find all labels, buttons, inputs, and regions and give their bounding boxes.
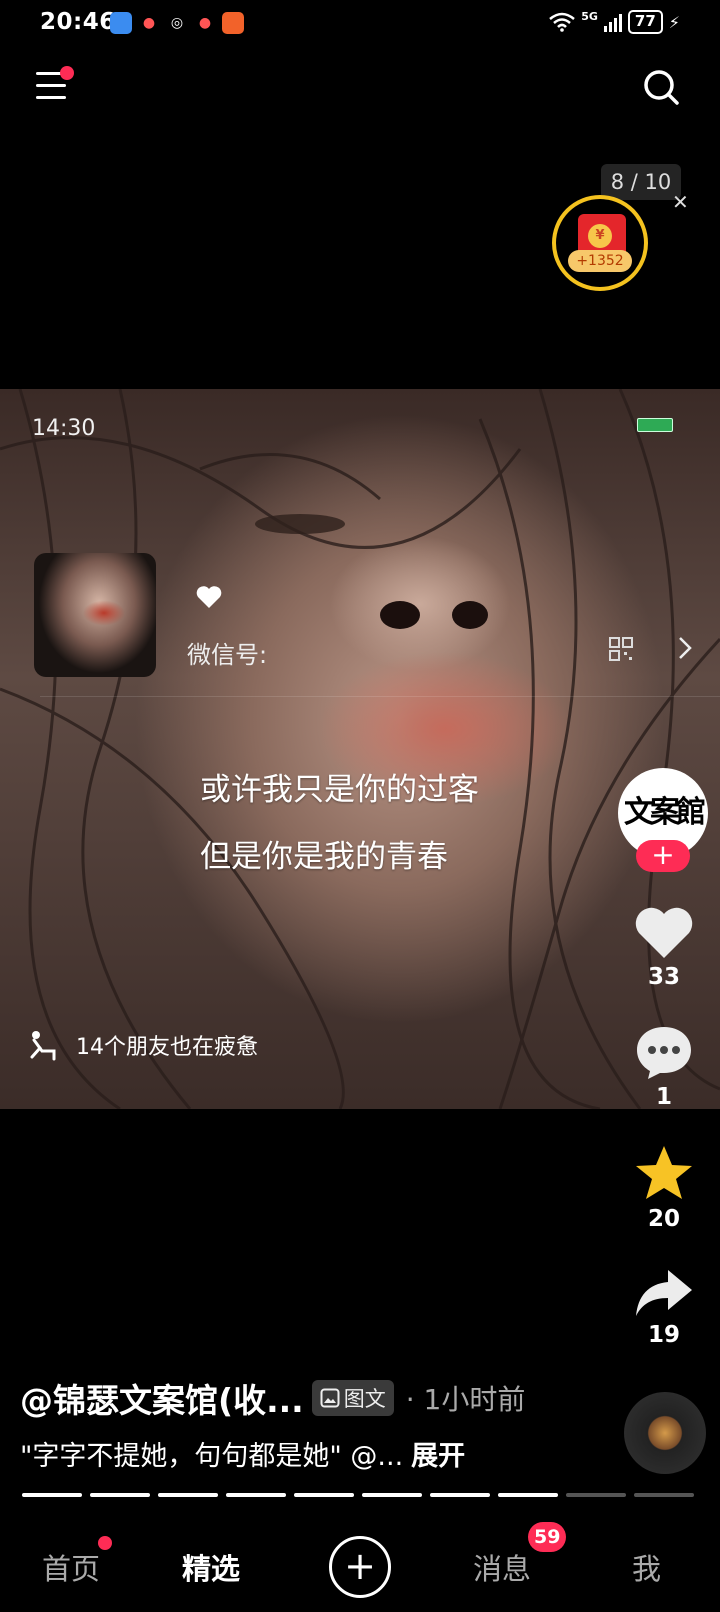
- post-type-badge: 图文: [311, 1380, 394, 1416]
- signal-icon: [603, 12, 622, 32]
- post-meta: @锦瑟文案馆(收... 图文 · 1小时前: [20, 1374, 525, 1422]
- tired-person-icon: [30, 1031, 56, 1061]
- reward-amount: +1352: [568, 250, 632, 272]
- heart-icon: [196, 586, 222, 608]
- menu-notification-dot: [60, 66, 74, 80]
- share-button[interactable]: 19: [622, 1268, 706, 1348]
- tab-messages[interactable]: 消息: [473, 1546, 531, 1588]
- star-icon: [636, 1146, 692, 1199]
- like-count: 33: [647, 964, 680, 990]
- progress-segment: [226, 1493, 286, 1497]
- favorite-button[interactable]: 20: [622, 1144, 706, 1232]
- progress-segment: [22, 1493, 82, 1497]
- comment-count: 1: [655, 1084, 672, 1110]
- post-type-label: 图文: [343, 1387, 386, 1411]
- hair-strands: [0, 389, 720, 1109]
- comment-button[interactable]: 1: [622, 1024, 706, 1110]
- friends-activity[interactable]: 14个朋友也在疲惫: [28, 1027, 258, 1063]
- share-count: 19: [647, 1322, 680, 1348]
- add-post-button[interactable]: +: [329, 1536, 391, 1598]
- like-button[interactable]: 33: [622, 904, 706, 990]
- photo-battery-icon: [637, 418, 673, 432]
- tab-me[interactable]: 我: [632, 1546, 661, 1588]
- status-time: 20:46: [40, 9, 116, 35]
- like-heart-icon: [635, 907, 693, 958]
- comment-icon: [637, 1027, 691, 1079]
- description-text: "字字不提她，句句都是她" @...: [20, 1441, 404, 1472]
- progress-segment: [430, 1493, 490, 1497]
- profile-thumbnail: [34, 553, 156, 677]
- divider: [40, 696, 720, 697]
- image-icon: [320, 1388, 340, 1408]
- wifi-icon: [549, 12, 576, 32]
- coin-icon: ¥: [588, 224, 612, 248]
- wechat-id-label: 微信号:: [187, 641, 268, 669]
- search-icon[interactable]: [642, 68, 680, 106]
- post-image[interactable]: 14:30 微信号: 或许我只是你的过客 但是你是我的青春 14个朋友也在疲惫: [0, 389, 720, 1109]
- photo-time: 14:30: [32, 416, 96, 441]
- friends-activity-text: 14个朋友也在疲惫: [76, 1035, 258, 1060]
- share-arrow-icon: [636, 1270, 692, 1316]
- browser-app-icon: [110, 12, 132, 34]
- weibo-icon: ●: [142, 15, 156, 31]
- network-type: 5G: [581, 9, 598, 23]
- weibo-icon-2: ●: [198, 15, 212, 31]
- music-disc[interactable]: [624, 1392, 706, 1474]
- qr-code-icon: [609, 637, 633, 661]
- home-notification-dot: [98, 1536, 112, 1550]
- caption-line-1: 或许我只是你的过客: [200, 772, 479, 808]
- chevron-right-icon: [679, 637, 692, 659]
- progress-segment: [362, 1493, 422, 1497]
- tab-home[interactable]: 首页: [42, 1546, 100, 1588]
- image-progress-bar: [22, 1493, 694, 1497]
- battery-level: 77: [627, 10, 663, 34]
- kuaishou-icon: [222, 12, 244, 34]
- status-bar: 20:46 ● ◎ ● 5G 77 ⚡: [0, 0, 720, 48]
- status-indicators: 5G 77 ⚡: [549, 10, 680, 34]
- expand-button[interactable]: 展开: [411, 1441, 465, 1472]
- follow-button[interactable]: +: [636, 840, 690, 872]
- reward-close-icon[interactable]: ✕: [672, 190, 689, 214]
- reward-progress: 8 / 10: [601, 164, 681, 200]
- progress-segment: [90, 1493, 150, 1497]
- progress-segment: [158, 1493, 218, 1497]
- favorite-count: 20: [647, 1206, 680, 1232]
- charging-icon: ⚡: [668, 12, 680, 32]
- progress-segment: [294, 1493, 354, 1497]
- caption-line-2: 但是你是我的青春: [200, 839, 448, 875]
- progress-segment: [498, 1493, 558, 1497]
- bottom-tab-bar: 首页 精选 + 消息 59 我: [0, 1522, 720, 1612]
- post-time-ago: · 1小时前: [405, 1383, 526, 1416]
- tab-featured[interactable]: 精选: [182, 1546, 240, 1588]
- notification-icons: ● ◎ ●: [110, 12, 244, 34]
- progress-segment: [634, 1493, 694, 1497]
- post-description: "字字不提她，句句都是她" @... 展开: [20, 1434, 465, 1473]
- messages-badge: 59: [528, 1522, 567, 1552]
- wechat-icon: ◎: [170, 15, 184, 31]
- author-name[interactable]: @锦瑟文案馆(收...: [20, 1374, 304, 1422]
- progress-segment: [566, 1493, 626, 1497]
